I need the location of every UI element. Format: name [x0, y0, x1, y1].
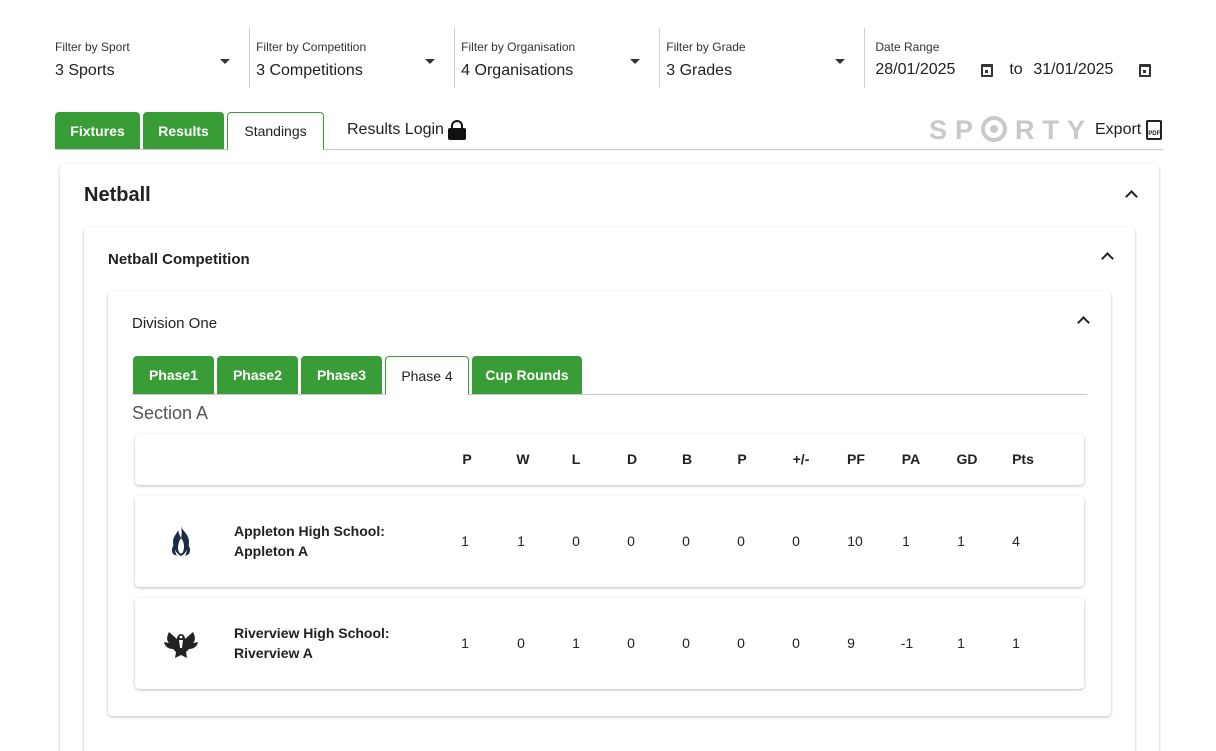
tab-fixtures[interactable]: Fixtures — [55, 112, 140, 149]
col-header: PF — [847, 451, 865, 467]
date-range-filter: Date Range 28/01/2025 to 31/01/2025 — [864, 28, 1163, 88]
grade-filter[interactable]: Filter by Grade 3 Grades — [659, 28, 864, 88]
sport-filter-value: 3 Sports — [55, 62, 115, 79]
sport-filter-label: Filter by Sport — [55, 40, 130, 54]
main-tabs: Fixtures Results Standings Results Login… — [55, 112, 1163, 150]
sport-title: Netball — [84, 184, 151, 206]
competition-filter[interactable]: Filter by Competition 3 Competitions — [249, 28, 454, 88]
stat-cell: 0 — [682, 635, 690, 651]
chevron-down-icon[interactable] — [630, 59, 641, 64]
date-range-label: Date Range — [875, 40, 940, 54]
tab-standings[interactable]: Standings — [227, 112, 324, 150]
filter-bar: Filter by Sport 3 Sports Filter by Compe… — [55, 28, 1163, 88]
tab-phase2[interactable]: Phase2 — [217, 356, 298, 394]
tab-cup-rounds[interactable]: Cup Rounds — [472, 356, 582, 394]
competition-panel: Netball Competition Division One Phase1 … — [84, 227, 1135, 751]
eagle-crest-icon — [164, 632, 198, 658]
pdf-icon: PDF — [1146, 120, 1163, 140]
stat-cell: 0 — [682, 533, 690, 549]
export-label: Export — [1095, 121, 1142, 138]
stat-cell: 0 — [627, 635, 635, 651]
team-name: Riverview High School: Riverview A — [234, 625, 390, 661]
lock-icon — [447, 120, 466, 140]
col-header: GD — [956, 451, 978, 467]
stat-cell: -1 — [900, 635, 914, 651]
competition-filter-label: Filter by Competition — [256, 40, 367, 54]
date-from-input[interactable]: 28/01/2025 — [875, 61, 955, 79]
export-button[interactable]: Export PDF — [1095, 120, 1163, 140]
grade-filter-label: Filter by Grade — [666, 40, 746, 54]
organisation-filter-label: Filter by Organisation — [461, 40, 576, 54]
tab-phase3[interactable]: Phase3 — [301, 356, 382, 394]
competition-filter-value: 3 Competitions — [256, 62, 363, 79]
stat-cell: 4 — [1012, 533, 1020, 549]
stat-cell: 1 — [1012, 635, 1020, 651]
chevron-up-icon[interactable] — [1077, 316, 1090, 329]
stat-cell: 0 — [572, 533, 580, 549]
stat-cell: 1 — [461, 533, 469, 549]
col-header: P — [737, 451, 747, 467]
division-title: Division One — [132, 315, 218, 332]
organisation-filter[interactable]: Filter by Organisation 4 Organisations — [454, 28, 659, 88]
stat-cell: 0 — [627, 533, 635, 549]
chevron-down-icon[interactable] — [835, 59, 846, 64]
division-panel: Division One Phase1 Phase2 Phase3 Phase … — [108, 291, 1111, 716]
col-header: W — [516, 451, 530, 467]
stat-cell: 1 — [461, 635, 469, 651]
date-to-label: to — [1009, 61, 1023, 78]
phase-tabs: Phase1 Phase2 Phase3 Phase 4 Cup Rounds — [132, 356, 1087, 395]
stat-cell: 0 — [792, 635, 800, 651]
col-header: L — [571, 451, 581, 467]
sport-panel: Netball Netball Competition Division One… — [60, 164, 1159, 751]
chevron-up-icon[interactable] — [1101, 252, 1114, 265]
date-to-input[interactable]: 31/01/2025 — [1033, 61, 1113, 79]
table-header: P W L D B P +/- PF PA GD Pts — [135, 434, 1084, 485]
results-login-label: Results Login — [347, 121, 444, 138]
stat-cell: 0 — [517, 635, 525, 651]
calendar-icon[interactable] — [1139, 64, 1152, 77]
col-header: B — [681, 451, 693, 467]
flame-crest-icon — [171, 526, 191, 556]
stat-cell: 0 — [737, 635, 745, 651]
chevron-up-icon[interactable] — [1125, 190, 1138, 203]
calendar-icon[interactable] — [981, 64, 994, 77]
stat-cell: 1 — [957, 635, 965, 651]
table-row[interactable]: Appleton High School: Appleton A 1 1 0 0… — [135, 496, 1084, 587]
stat-cell: 1 — [572, 635, 580, 651]
stat-cell: 1 — [902, 533, 910, 549]
tab-phase4[interactable]: Phase 4 — [385, 356, 469, 395]
stat-cell: 10 — [847, 533, 863, 549]
chevron-down-icon[interactable] — [425, 59, 436, 64]
table-row[interactable]: Riverview High School: Riverview A 1 0 1… — [135, 598, 1084, 689]
stat-cell: 1 — [517, 533, 525, 549]
chevron-down-icon[interactable] — [220, 59, 231, 64]
results-login-link[interactable]: Results Login — [347, 120, 466, 140]
sporty-logo: SP RTY — [929, 115, 1094, 145]
col-header: +/- — [792, 451, 810, 467]
grade-filter-value: 3 Grades — [666, 62, 733, 79]
section-title: Section A — [132, 403, 209, 423]
col-header: PA — [901, 451, 921, 467]
organisation-filter-value: 4 Organisations — [461, 62, 574, 79]
team-name: Appleton High School: Appleton A — [234, 523, 385, 559]
tab-phase1[interactable]: Phase1 — [133, 356, 214, 394]
stat-cell: 9 — [847, 635, 855, 651]
col-header: D — [626, 451, 638, 467]
col-header: Pts — [1012, 451, 1034, 467]
col-header: P — [462, 451, 472, 467]
stat-cell: 0 — [792, 533, 800, 549]
tab-results[interactable]: Results — [143, 112, 224, 149]
stat-cell: 1 — [957, 533, 965, 549]
competition-title: Netball Competition — [108, 251, 250, 268]
stat-cell: 0 — [737, 533, 745, 549]
sport-filter[interactable]: Filter by Sport 3 Sports — [55, 28, 249, 88]
